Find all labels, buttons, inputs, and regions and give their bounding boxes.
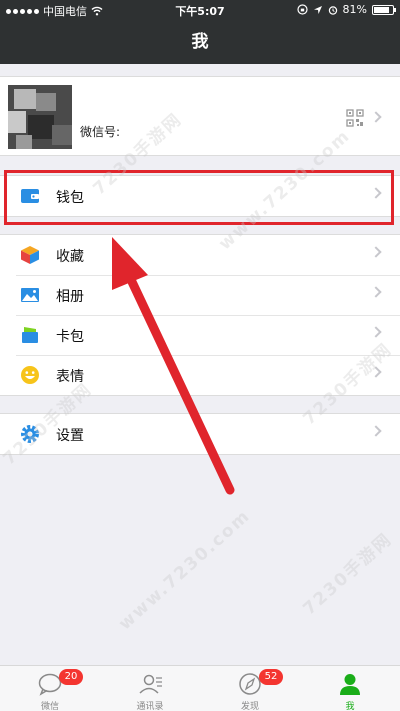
tab-label: 发现: [240, 702, 259, 711]
tab-contacts[interactable]: 通讯录: [100, 666, 200, 711]
tab-discover[interactable]: 52 发现: [200, 666, 300, 711]
unread-badge: 52: [259, 669, 283, 685]
tab-me[interactable]: 我: [300, 666, 400, 711]
unread-badge: 20: [59, 669, 83, 685]
tab-label: 通讯录: [136, 702, 164, 711]
tab-bar: 20 微信 通讯录 52 发现 我: [0, 665, 400, 711]
tab-label: 微信: [40, 702, 59, 711]
me-person-icon: [340, 674, 360, 695]
tab-chats[interactable]: 20 微信: [0, 666, 100, 711]
annotation-arrow: [112, 237, 235, 495]
tab-label: 我: [345, 702, 355, 711]
contacts-icon: [139, 674, 162, 694]
